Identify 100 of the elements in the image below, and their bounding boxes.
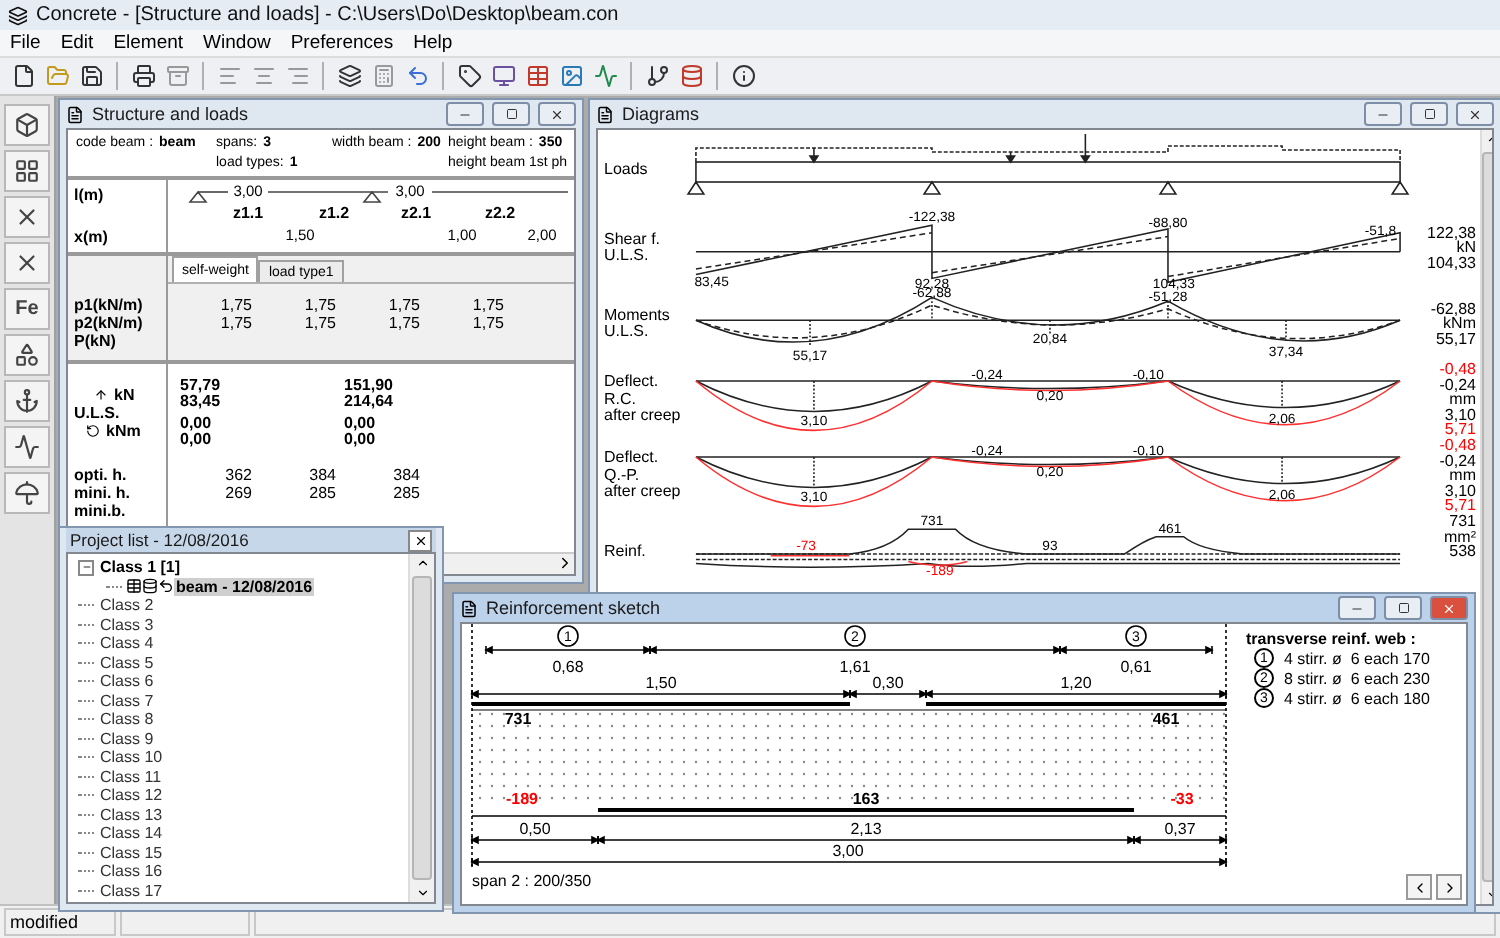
new-file-icon [11,64,35,88]
database-icon [142,578,158,595]
load-label: P(kN) [74,332,118,350]
legend-text: 4 stirr. ø 6 each 180 [1284,689,1430,707]
dimension-label: 0,68 [552,658,584,676]
tree-item[interactable]: Class 16 [98,862,165,881]
tree-item[interactable]: Class 11 [98,767,164,786]
tree-item[interactable]: Class 9 [98,729,156,748]
maximize-button[interactable] [1410,102,1448,126]
document-icon [460,599,478,617]
tree-item[interactable]: Class 3 [98,615,156,634]
reaction-value: 214,64 [344,394,395,410]
next-button[interactable] [1436,874,1462,900]
chart-icon [593,64,617,88]
height-label: mini. h. [74,484,132,502]
height-value: 362 [223,466,252,484]
menu-item[interactable]: Window [193,32,281,54]
archive-icon [165,64,189,88]
table-icon [525,64,549,88]
tree-item[interactable]: beam - 12/08/2016 [174,577,315,596]
side-tool-button[interactable] [4,150,50,192]
dimension-label: 0,61 [1120,658,1152,676]
scroll-down-icon[interactable] [415,886,429,900]
diagram-reading: -0,24 [1439,453,1476,469]
vertical-scrollbar[interactable] [408,554,434,902]
tree-item[interactable]: Class 1 [1] [98,558,183,577]
cross-icon [14,204,40,230]
maximize-icon [1423,108,1435,120]
side-tool-button[interactable] [4,334,50,376]
open-folder-icon [45,64,69,88]
window-title: Structure and loads [92,104,251,124]
side-tool-button[interactable] [4,196,50,238]
fe-button[interactable]: Fe [4,288,50,330]
height-label: mini.b. [74,502,128,520]
tree-item[interactable]: Class 7 [98,691,156,710]
cross-icon [14,250,40,276]
toolbar-button[interactable] [128,61,158,91]
tree-item[interactable]: Class 12 [98,786,165,805]
maximize-icon [1397,602,1409,614]
side-tool-button[interactable] [4,426,50,468]
tree-item[interactable]: Class 13 [98,805,165,824]
scroll-right-icon[interactable] [556,554,574,572]
menu-item[interactable]: File [0,32,51,54]
menu-item[interactable]: Edit [50,32,104,54]
toolbar-button[interactable] [676,61,706,91]
tree-item[interactable]: Class 5 [98,653,156,672]
layers-icon [337,64,361,88]
load-label: p1(kN/m) [74,296,145,314]
previous-button[interactable] [1406,874,1432,900]
toolbar-button[interactable] [642,61,672,91]
diagram-label: after creep [604,408,683,426]
bar-area: 461 [1152,710,1180,728]
toolbar-button[interactable] [76,61,106,91]
legend-text: 8 stirr. ø 6 each 230 [1284,669,1430,687]
tree-item[interactable]: Class 17 [98,881,165,900]
document-icon [66,105,84,123]
zone-label: z2.1 [400,204,432,222]
maximize-button[interactable] [1384,596,1422,620]
toolbar-button[interactable] [488,61,518,91]
scroll-thumb[interactable] [412,576,432,880]
height-value: 384 [307,466,336,484]
menu-item[interactable]: Help [403,32,463,54]
load-value: 1,75 [218,296,252,314]
diagram-reading: kN [1456,240,1476,256]
reaction-value: 151,90 [344,378,395,394]
menu-item[interactable]: Preferences [280,32,404,54]
tree-item[interactable]: Class 2 [98,596,156,615]
tree-item[interactable]: Class 8 [98,710,156,729]
unit-label: kN [114,386,135,404]
diagram-label: Deflect. [604,450,661,468]
diagram-label: U.L.S. [604,324,651,341]
dimension-label: 1,20 [1060,674,1092,692]
dimension-label: 0,50 [519,820,551,838]
tree-item[interactable]: Class 15 [98,843,165,862]
diagram-reading: 104,33 [1427,255,1476,271]
tree-item[interactable]: Class 6 [98,672,156,691]
side-tool-button[interactable] [4,104,50,146]
tree-item[interactable]: Class 10 [98,748,165,767]
anchor-icon [14,388,40,414]
app-icon [8,5,28,25]
scroll-up-icon[interactable] [415,556,429,570]
toolbar-button[interactable] [728,61,758,91]
branch-icon [645,64,669,88]
print-icon [131,64,155,88]
side-tool-button[interactable] [4,380,50,422]
maximize-button[interactable] [492,102,530,126]
collapse-button[interactable] [78,559,94,576]
align-left-icon [217,64,241,88]
side-tool-button[interactable] [4,242,50,284]
tree-item[interactable]: Class 14 [98,824,165,843]
tree-item[interactable]: Class 4 [98,634,156,653]
close-icon [1468,107,1482,121]
close-icon [550,107,564,121]
toolbar-button[interactable] [522,61,552,91]
side-tool-button[interactable] [4,472,50,514]
toolbar-button[interactable] [454,61,484,91]
close-button[interactable] [408,529,432,551]
span-caption: span 2 : 200/350 [470,872,594,890]
toolbar-button[interactable] [334,61,364,91]
menu-item[interactable]: Element [103,32,194,54]
